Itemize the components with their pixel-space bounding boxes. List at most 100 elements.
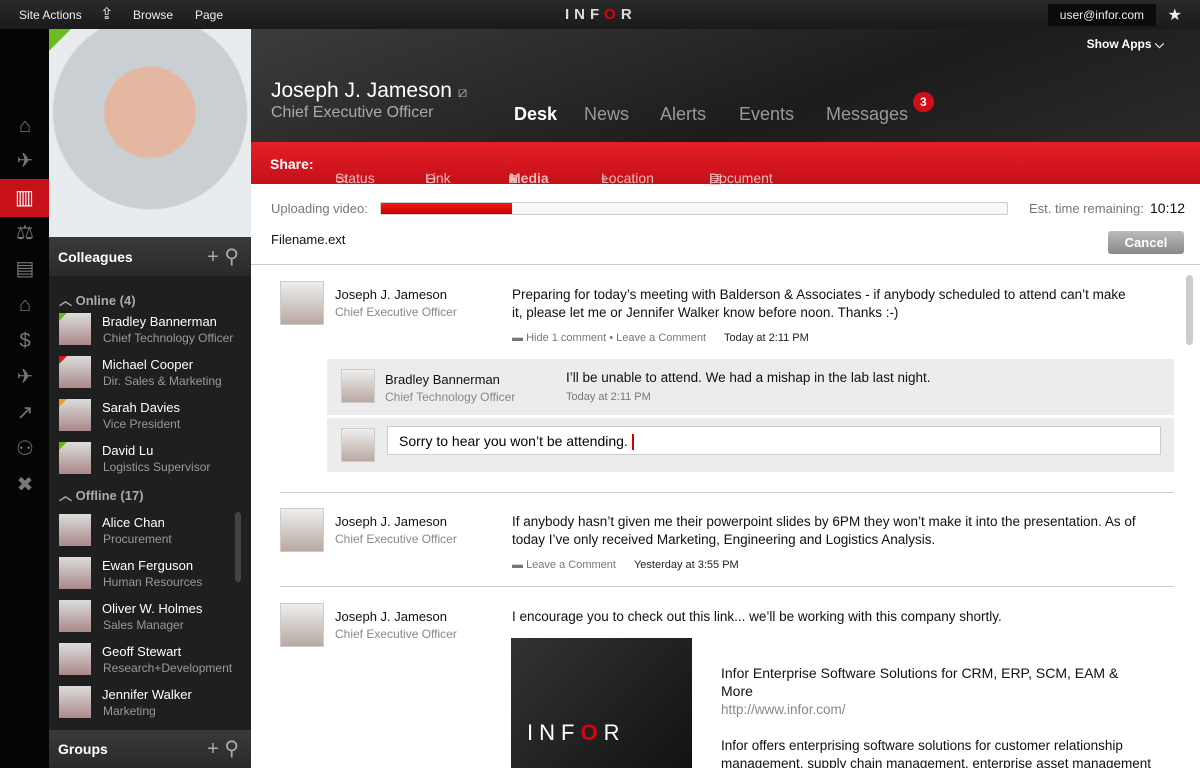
add-search-icons[interactable]: + ⚲ <box>207 244 239 269</box>
link-description: Infor offers enterprising software solut… <box>721 738 1151 768</box>
share-page-icon[interactable]: ⇪ <box>100 4 113 24</box>
post-author-role: Chief Executive Officer <box>335 627 457 641</box>
browse-link[interactable]: Browse <box>133 8 173 22</box>
avatar <box>59 442 91 474</box>
colleague-item[interactable]: Sarah Davies Vice President <box>49 395 251 438</box>
reply-input[interactable]: Sorry to hear you won’t be attending. <box>387 426 1161 455</box>
avatar <box>280 281 324 325</box>
show-apps-label: Show Apps <box>1086 37 1152 51</box>
user-menu[interactable]: user@infor.com <box>1047 4 1156 26</box>
bank-icon[interactable]: ⌂ <box>10 291 40 319</box>
post-author-role: Chief Executive Officer <box>335 305 457 319</box>
colleague-name: Michael Cooper <box>102 357 194 372</box>
colleague-item[interactable]: Bradley Bannerman Chief Technology Office… <box>49 309 251 352</box>
post-text: If anybody hasn’t given me their powerpo… <box>512 514 1136 547</box>
tools-icon[interactable]: ✖ <box>10 471 40 499</box>
colleague-item[interactable]: Oliver W. Holmes Sales Manager <box>49 596 251 639</box>
star-icon[interactable]: ★ <box>1168 5 1182 25</box>
avatar <box>59 399 91 431</box>
colleagues-scrollbar[interactable] <box>235 512 241 582</box>
comment: Bradley Bannerman Chief Technology Offic… <box>327 359 1174 415</box>
offline-label: Offline (17) <box>75 488 144 503</box>
link-url[interactable]: http://www.infor.com/ <box>721 701 846 719</box>
profile-header: Show Apps ⌵ Joseph J. Jameson ⧄ Chief Ex… <box>251 29 1200 142</box>
top-bar: Site Actions ⇪ Browse Page INFOR user@in… <box>0 0 1200 29</box>
hide-comment-link[interactable]: Hide 1 comment <box>526 332 606 344</box>
invoice-icon[interactable]: $ <box>10 327 40 355</box>
share-bar: Share: ▭ Status ⊖ Link ◙ Media ⌖ Locatio… <box>251 142 1200 192</box>
post-meta: ▬ Hide 1 comment • Leave a Comment Today … <box>512 332 809 344</box>
colleague-name: Alice Chan <box>102 515 165 530</box>
tab-news[interactable]: News <box>584 104 629 125</box>
avatar <box>280 508 324 552</box>
colleague-role: Research+Development <box>103 661 233 675</box>
est-time-value: 10:12 <box>1150 200 1186 216</box>
colleague-item[interactable]: David Lu Logistics Supervisor <box>49 438 251 481</box>
home-icon[interactable]: ⌂ <box>10 112 40 140</box>
colleague-name: Ewan Ferguson <box>102 558 194 573</box>
tab-alerts[interactable]: Alerts <box>660 104 706 125</box>
avatar <box>341 369 375 403</box>
comment-author-role: Chief Technology Officer <box>385 390 516 404</box>
post-author[interactable]: Joseph J. Jameson <box>335 287 447 302</box>
offline-section-toggle[interactable]: ︿ Offline (17) <box>49 481 251 510</box>
profile-title: Chief Executive Officer <box>271 104 434 121</box>
tab-messages[interactable]: Messages <box>826 104 908 125</box>
colleague-item[interactable]: Geoff Stewart Research+Development <box>49 639 251 682</box>
post-text: I encourage you to check out this link..… <box>512 609 1002 624</box>
messages-badge: 3 <box>913 92 934 112</box>
link-title[interactable]: Infor Enterprise Software Solutions for … <box>721 664 1151 700</box>
colleague-role: Marketing <box>103 704 156 718</box>
cancel-button[interactable]: Cancel <box>1108 231 1184 254</box>
office-icon[interactable]: ▥ <box>0 179 49 217</box>
upload-label: Uploading video: <box>271 201 368 216</box>
airplane-icon[interactable]: ✈ <box>10 363 40 391</box>
avatar <box>341 428 375 462</box>
app-rail: ⌂ ✈ ▥ ⚖ ▤ ⌂ $ ✈ ↗ ⚇ ✖ <box>0 29 49 768</box>
avatar <box>59 643 91 675</box>
reply-box: Sorry to hear you won’t be attending. <box>327 418 1174 472</box>
show-apps-button[interactable]: Show Apps ⌵ <box>1087 37 1164 52</box>
site-actions-menu[interactable]: Site Actions <box>19 8 82 22</box>
online-label: Online (4) <box>75 293 136 308</box>
colleague-name: Bradley Bannerman <box>102 314 217 329</box>
comment-author[interactable]: Bradley Bannerman <box>385 372 500 387</box>
colleague-item[interactable]: Ewan Ferguson Human Resources <box>49 553 251 596</box>
post-author[interactable]: Joseph J. Jameson <box>335 609 447 624</box>
post-author-role: Chief Executive Officer <box>335 532 457 546</box>
edit-icon[interactable]: ⧄ <box>458 84 468 101</box>
tab-events[interactable]: Events <box>739 104 794 125</box>
tab-desk[interactable]: Desk <box>514 104 557 125</box>
link-thumbnail[interactable]: INFOR <box>511 638 692 768</box>
avatar <box>59 356 91 388</box>
feed-scrollbar[interactable] <box>1186 275 1193 345</box>
colleague-name: Sarah Davies <box>102 400 181 415</box>
scales-icon[interactable]: ⚖ <box>10 219 40 247</box>
colleague-item[interactable]: Alice Chan Procurement <box>49 510 251 553</box>
colleague-item[interactable]: Jennifer Walker Marketing <box>49 682 251 725</box>
clipboard-icon[interactable]: ▤ <box>10 255 40 283</box>
reply-text: Sorry to hear you won’t be attending. <box>399 433 628 449</box>
online-section-toggle[interactable]: ︿ Online (4) <box>49 276 251 309</box>
colleagues-title: Colleagues <box>58 249 133 265</box>
leave-comment-link[interactable]: Leave a Comment <box>526 559 616 571</box>
colleague-item[interactable]: Michael Cooper Dir. Sales & Marketing <box>49 352 251 395</box>
add-search-icons[interactable]: + ⚲ <box>207 736 239 761</box>
chart-icon[interactable]: ↗ <box>10 399 40 427</box>
people-icon[interactable]: ⚇ <box>10 435 40 463</box>
colleague-role: Human Resources <box>103 575 203 589</box>
post-author[interactable]: Joseph J. Jameson <box>335 514 447 529</box>
comment-time: Today at 2:11 PM <box>566 391 651 403</box>
tools-plane-icon[interactable]: ✈ <box>10 147 40 175</box>
page-link[interactable]: Page <box>195 8 223 22</box>
avatar <box>280 603 324 647</box>
activity-feed: Joseph J. Jameson Chief Executive Office… <box>251 266 1200 768</box>
est-time-label: Est. time remaining: <box>1029 201 1144 216</box>
colleague-role: Vice President <box>103 417 181 431</box>
colleagues-panel: Colleagues + ⚲ ︿ Online (4) Bradley Banne… <box>49 237 251 768</box>
comment-text: I’ll be unable to attend. We had a misha… <box>566 370 931 385</box>
post-time: Yesterday at 3:55 PM <box>633 559 739 571</box>
leave-comment-link[interactable]: Leave a Comment <box>616 332 706 344</box>
divider <box>280 492 1174 493</box>
post-meta: ▬ Leave a Comment Yesterday at 3:55 PM <box>512 559 739 571</box>
